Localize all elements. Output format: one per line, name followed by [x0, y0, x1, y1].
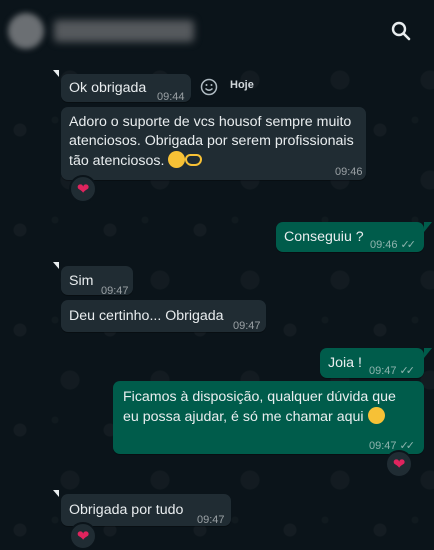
- message-reaction[interactable]: ❤: [69, 175, 97, 203]
- message-text: Conseguiu ?: [284, 229, 364, 245]
- message-time: 09:47: [233, 320, 261, 332]
- contact-info-blurred[interactable]: [8, 12, 208, 50]
- message-text: Joia !: [328, 355, 362, 371]
- message-time: 09:46: [335, 166, 363, 178]
- message-incoming[interactable]: Sim 09:47: [61, 266, 133, 297]
- message-body: Adoro o suporte de vcs housof sempre mui…: [69, 113, 354, 171]
- avatar: [8, 13, 44, 49]
- message-text: Ok obrigada: [69, 80, 147, 96]
- message-time-value: 09:46: [370, 239, 398, 251]
- message-outgoing[interactable]: Conseguiu ? 09:46 ✓✓: [276, 222, 432, 255]
- message-line-last: eu possa ajudar, é só me chamar aqui: [123, 407, 396, 427]
- heart-icon: ❤: [76, 527, 90, 545]
- search-icon[interactable]: [390, 20, 412, 42]
- message-body: Ficamos à disposição, qualquer dúvida qu…: [123, 388, 396, 427]
- message-time-value: 09:47: [369, 365, 397, 377]
- message-text: Deu certinho... Obrigada: [69, 308, 224, 324]
- message-incoming[interactable]: Obrigada por tudo 09:47: [61, 494, 231, 526]
- message-line-last: tão atenciosos.: [69, 151, 354, 171]
- heart-icon: ❤: [76, 180, 90, 198]
- heart-icon: ❤: [392, 455, 406, 473]
- message-reaction[interactable]: ❤: [385, 450, 413, 478]
- read-ticks-icon: ✓✓: [400, 239, 417, 251]
- day-label: Hoje: [230, 79, 254, 91]
- upside-down-face-emoji-icon: [367, 407, 385, 424]
- message-time: 09:47 ✓✓: [369, 362, 416, 381]
- message-text: Sim: [69, 273, 94, 289]
- message-text: Obrigada por tudo: [69, 502, 184, 518]
- message-line: atenciosos. Obrigada por serem profissio…: [69, 133, 354, 149]
- message-outgoing[interactable]: Joia ! 09:47 ✓✓: [320, 348, 432, 381]
- emoji-reaction-icon[interactable]: [200, 78, 218, 96]
- contact-name-blurred: [54, 20, 194, 42]
- read-ticks-icon: ✓✓: [399, 365, 416, 377]
- message-line: Adoro o suporte de vcs housof sempre mui…: [69, 114, 352, 130]
- message-time: 09:47: [197, 514, 225, 526]
- heart-hands-emoji-icon: [185, 154, 203, 166]
- smiling-face-emoji-icon: [168, 151, 186, 168]
- message-time: 09:44: [157, 91, 185, 103]
- message-incoming[interactable]: Ok obrigada 09:44: [61, 74, 191, 103]
- message-incoming[interactable]: Deu certinho... Obrigada 09:47: [61, 300, 266, 332]
- message-line-text: tão atenciosos.: [69, 153, 165, 169]
- message-reaction[interactable]: ❤: [69, 522, 97, 550]
- message-time: 09:46 ✓✓: [370, 236, 417, 255]
- message-outgoing[interactable]: Ficamos à disposição, qualquer dúvida qu…: [113, 381, 424, 454]
- message-time: 09:47: [101, 285, 129, 297]
- message-line: Ficamos à disposição, qualquer dúvida qu…: [123, 389, 396, 405]
- message-incoming[interactable]: Adoro o suporte de vcs housof sempre mui…: [61, 107, 366, 180]
- chat-header: [0, 0, 434, 62]
- message-line-text: eu possa ajudar, é só me chamar aqui: [123, 409, 364, 425]
